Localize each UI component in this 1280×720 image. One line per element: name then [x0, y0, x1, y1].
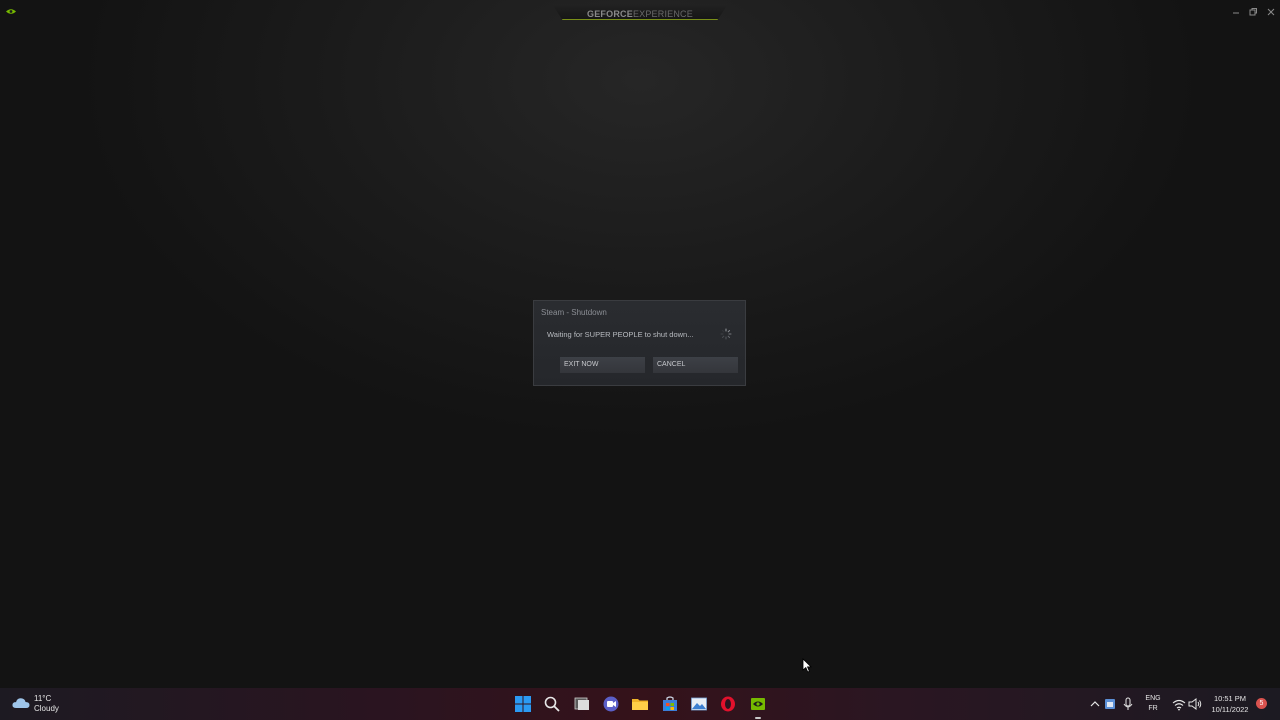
running-indicator — [755, 717, 761, 719]
task-view-icon[interactable] — [573, 695, 591, 713]
title-bar[interactable]: GEFORCEEXPERIENCE — [0, 0, 1280, 24]
brand-light-text: EXPERIENCE — [633, 9, 693, 19]
microphone-icon[interactable] — [1119, 695, 1137, 713]
weather-temperature: 11°C — [34, 694, 51, 703]
mouse-cursor-icon — [802, 658, 812, 673]
dialog-title: Steam - Shutdown — [541, 308, 607, 317]
photos-icon[interactable] — [690, 695, 708, 713]
opera-icon[interactable] — [719, 695, 737, 713]
brand-title: GEFORCEEXPERIENCE — [552, 4, 728, 20]
exit-now-button[interactable]: EXIT NOW — [560, 357, 645, 373]
steam-shutdown-dialog: Steam - Shutdown Waiting for SUPER PEOPL… — [533, 300, 746, 386]
nvidia-logo-icon — [6, 8, 16, 15]
taskbar-clock[interactable]: 10:51 PM 10/11/2022 — [1206, 693, 1254, 715]
file-explorer-icon[interactable] — [631, 695, 649, 713]
weather-condition: Cloudy — [34, 704, 59, 713]
clock-date: 10/11/2022 — [1206, 704, 1254, 715]
input-language[interactable]: ENG — [1142, 695, 1164, 702]
keyboard-layout[interactable]: FR — [1142, 705, 1164, 712]
microsoft-store-icon[interactable] — [661, 695, 679, 713]
cancel-button[interactable]: CANCEL — [653, 357, 738, 373]
close-icon[interactable] — [1264, 5, 1278, 19]
notification-badge[interactable]: 5 — [1256, 698, 1267, 709]
tray-app-icon[interactable] — [1101, 695, 1119, 713]
clock-time: 10:51 PM — [1206, 693, 1254, 704]
cloud-icon — [12, 697, 30, 709]
search-icon[interactable] — [543, 695, 561, 713]
teams-chat-icon[interactable] — [602, 695, 620, 713]
dialog-message: Waiting for SUPER PEOPLE to shut down... — [547, 330, 693, 339]
volume-icon[interactable] — [1186, 695, 1204, 713]
geforce-experience-icon[interactable] — [749, 695, 767, 713]
brand-bold-text: GEFORCE — [587, 9, 633, 19]
restore-icon[interactable] — [1246, 5, 1260, 19]
windows-start-icon[interactable] — [514, 695, 532, 713]
loading-spinner-icon — [720, 328, 732, 340]
minimize-icon[interactable] — [1229, 5, 1243, 19]
windows-taskbar: 11°C Cloudy — [0, 688, 1280, 720]
